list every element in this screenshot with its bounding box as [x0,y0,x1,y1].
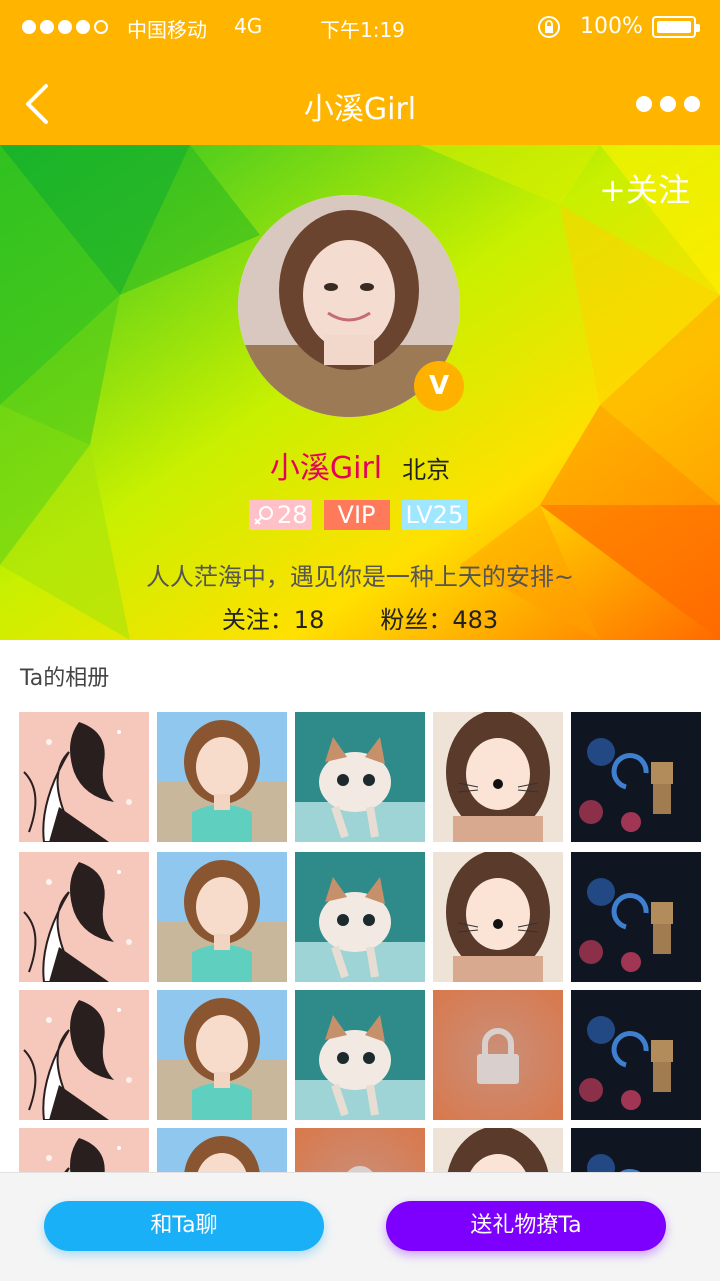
album-photo[interactable] [157,712,287,842]
album-photo[interactable] [295,712,425,842]
vip-tag: VIP [323,500,390,530]
age-tag: 28 [249,500,312,530]
page-title: 小溪Girl [303,92,417,127]
status-bar: 中国移动 4G 下午1:19 100% [0,0,720,56]
album-photo[interactable] [571,990,701,1120]
bottom-action-bar: 和Ta聊 送礼物撩Ta [0,1172,720,1281]
album-photo[interactable] [157,852,287,982]
tag-row: 28 VIP LV25 [249,500,468,530]
network-type: 4G [234,14,263,38]
user-name: 小溪Girl [269,451,383,486]
fans-count[interactable]: 粉丝：483 [380,606,498,634]
album-photo[interactable] [295,990,425,1120]
name-line: 小溪Girl 北京 [0,443,720,487]
top-bar: 中国移动 4G 下午1:19 100% 小溪Girl [0,0,720,145]
level-tag: LV25 [401,500,468,530]
following-count[interactable]: 关注：18 [222,606,325,634]
album-title: Ta的相册 [20,666,110,691]
rotation-lock-icon [538,16,560,38]
send-gift-button[interactable]: 送礼物撩Ta [386,1201,666,1251]
album-photo[interactable] [571,712,701,842]
album-photo[interactable] [157,1128,287,1172]
profile-header: +关注 V 小溪Girl北京 28 VIP LV25 人人茫海中，遇见你是一种 [0,145,720,640]
album-photo[interactable] [19,990,149,1120]
verified-badge: V [414,361,464,411]
album-photo[interactable] [295,852,425,982]
user-city: 北京 [402,456,451,484]
album-photo[interactable] [19,852,149,982]
lock-icon [433,990,563,1120]
more-dots-icon[interactable] [636,96,700,112]
signal-strength-icon [22,20,108,34]
album-photo[interactable] [571,852,701,982]
album-photo[interactable] [295,1128,425,1172]
album-photo[interactable] [571,1128,701,1172]
album-photo-locked[interactable] [433,990,563,1120]
album-photo[interactable] [19,1128,149,1172]
follow-button[interactable]: +关注 [599,165,690,211]
stats-row: 关注：18 粉丝：483 [0,600,720,635]
status-time: 下午1:19 [320,18,405,42]
battery-icon [652,16,700,38]
age-value: 28 [277,501,308,529]
album-photo[interactable] [433,1128,563,1172]
album-photo[interactable] [433,712,563,842]
album-photo[interactable] [157,990,287,1120]
battery-percent: 100% [580,14,643,39]
carrier-label: 中国移动 [127,18,207,42]
album-photo[interactable] [433,852,563,982]
user-bio: 人人茫海中，遇见你是一种上天的安排~ [145,563,575,591]
female-icon [254,506,273,525]
album-grid [19,712,701,1172]
album-photo[interactable] [19,712,149,842]
chat-button[interactable]: 和Ta聊 [44,1201,324,1251]
